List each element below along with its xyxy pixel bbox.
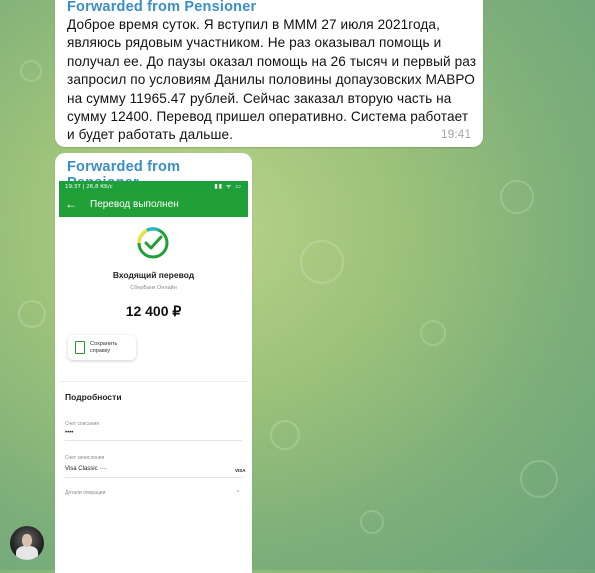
phone-status-bar: 19:37 | 26,8 КБ/с ▮▮ ᯤ ▭ [59, 181, 248, 193]
background-doodle [300, 240, 344, 284]
credit-account-label: Счет зачисления [65, 455, 105, 461]
document-icon [75, 341, 85, 354]
visa-logo: VISA [235, 468, 246, 473]
background-doodle [500, 180, 534, 214]
save-receipt-button: Сохранить справку [68, 335, 136, 360]
message-text: Доброе время суток. Я вступил в МММ 27 и… [67, 17, 477, 143]
background-doodle [18, 300, 46, 328]
screenshot-image[interactable]: 19:37 | 26,8 КБ/с ▮▮ ᯤ ▭ ← Перевод выпол… [59, 181, 248, 573]
message-time: 19:41 [440, 127, 471, 141]
transfer-subtitle: СберБанк Онлайн [130, 285, 177, 291]
background-doodle [420, 320, 446, 346]
transfer-summary: Входящий перевод СберБанк Онлайн 12 400 … [59, 217, 248, 381]
message-bubble-photo[interactable]: Forwarded from Pensioner 19:37 | 26,8 КБ… [55, 153, 252, 573]
sber-check-icon [137, 227, 169, 259]
field-divider [65, 477, 242, 478]
background-doodle [20, 60, 42, 82]
app-bar-title: Перевод выполнен [90, 199, 179, 210]
avatar-figure [16, 546, 38, 560]
forwarded-from-link[interactable]: Forwarded from Pensioner [67, 0, 256, 15]
background-doodle [270, 420, 300, 450]
status-icons: ▮▮ ᯤ ▭ [214, 183, 242, 190]
debit-account-label: Счет списания [65, 421, 99, 427]
details-heading: Подробности [65, 392, 122, 402]
transfer-title: Входящий перевод [112, 270, 195, 280]
operation-details-label: Детали операции [65, 490, 106, 496]
message-bubble-text[interactable]: Forwarded from Pensioner Доброе время су… [55, 0, 483, 147]
background-doodle [520, 460, 558, 498]
transfer-details: Подробности Счет списания •••• Счет зачи… [59, 382, 248, 573]
status-time: 19:37 | 26,8 КБ/с [65, 184, 113, 190]
debit-account-value: •••• [65, 430, 74, 436]
transfer-amount: 12 400 ₽ [125, 303, 182, 319]
chevron-down-icon: ⌄ [235, 487, 241, 494]
app-bar: ← Перевод выполнен [59, 193, 248, 217]
back-arrow-icon: ← [65, 197, 77, 211]
background-doodle [360, 510, 384, 534]
credit-account-value: Visa Classic ···· [65, 466, 108, 472]
sender-avatar[interactable] [10, 526, 44, 560]
save-receipt-label: Сохранить справку [90, 341, 118, 354]
field-divider [65, 440, 242, 441]
avatar-face [22, 534, 32, 547]
